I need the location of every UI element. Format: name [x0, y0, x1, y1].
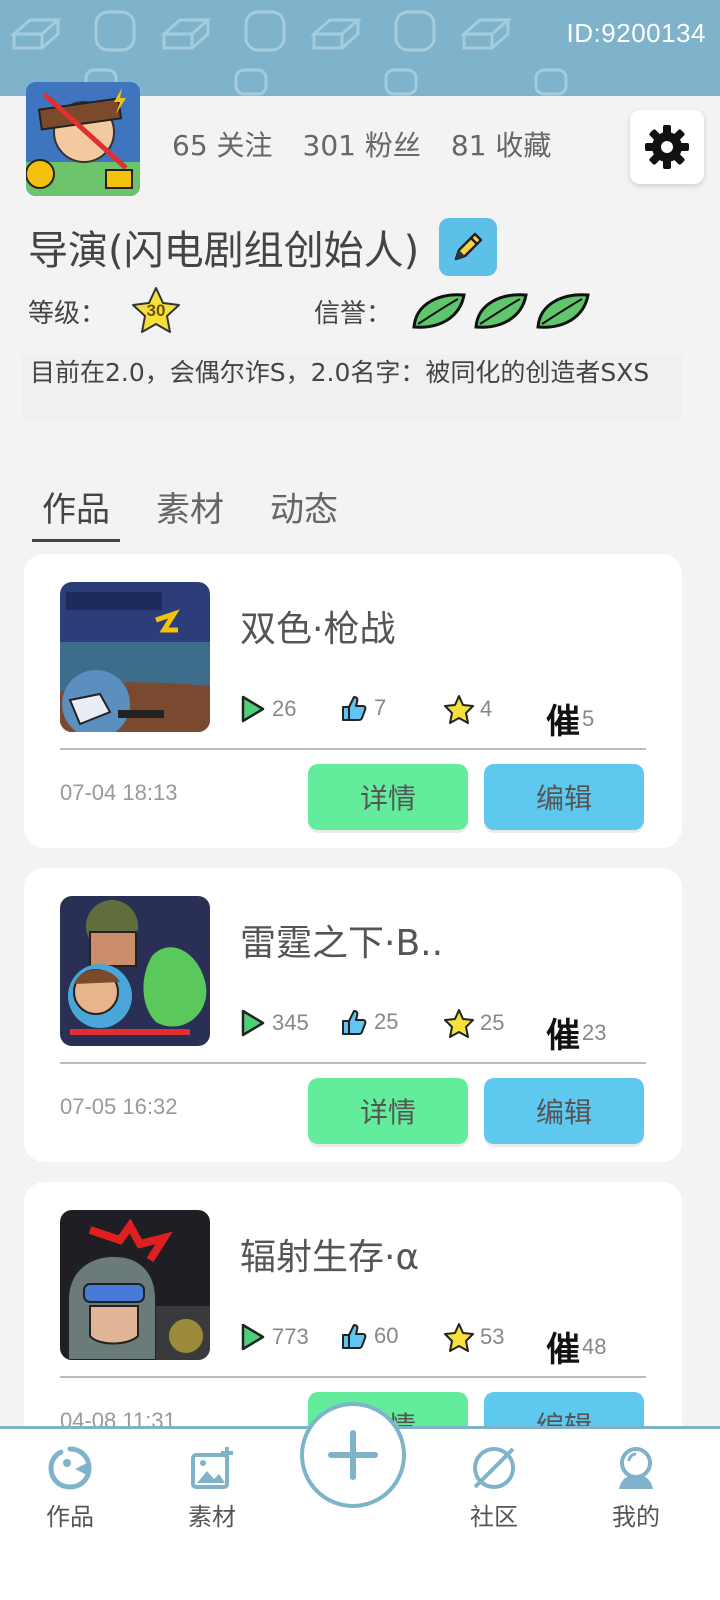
star-count: 25	[444, 1008, 504, 1038]
level-credit-row: 等级： 30 信誉：	[28, 286, 592, 336]
edit-profile-button[interactable]	[439, 218, 498, 276]
work-thumbnail[interactable]	[60, 896, 210, 1046]
play-count: 773	[240, 1322, 309, 1352]
profile-bio: 目前在2.0，会偶尔诈S，2.0名字：被同化的创造者SXS	[22, 354, 682, 420]
urge-count-value: 23	[582, 1019, 607, 1045]
tab-materials[interactable]: 素材	[146, 482, 234, 542]
level-label: 等级：	[28, 298, 107, 329]
following-count[interactable]: 65 关注	[172, 124, 273, 164]
work-title: 双色·枪战	[240, 609, 396, 650]
urge-count: 催 48	[546, 1322, 606, 1371]
image-add-icon	[191, 1447, 233, 1489]
nav-mine-label: 我的	[612, 1503, 660, 1531]
star-count: 4	[444, 694, 492, 724]
leaf-icon	[536, 293, 590, 329]
edit-button[interactable]: 编辑	[484, 1078, 644, 1144]
star-icon	[444, 1323, 474, 1352]
work-thumbnail[interactable]	[60, 582, 210, 732]
create-button[interactable]	[300, 1402, 406, 1508]
thumbs-up-icon	[342, 1324, 367, 1349]
urge-icon: 催	[546, 702, 580, 742]
star-icon	[444, 695, 474, 724]
thumbs-up-icon	[342, 696, 367, 721]
play-count-value: 345	[272, 1010, 309, 1035]
settings-button[interactable]	[630, 110, 704, 184]
work-title: 辐射生存·α	[240, 1237, 420, 1278]
work-card[interactable]: 双色·枪战 26 7 4 催 5 07-04 18:13 详情 编辑	[24, 554, 682, 848]
play-icon	[241, 1009, 265, 1037]
like-count-value: 7	[374, 695, 387, 720]
profile-name: 导演(闪电剧组创始人)	[28, 228, 420, 274]
play-count: 345	[240, 1008, 309, 1038]
urge-count: 催 5	[546, 694, 594, 743]
star-count-value: 53	[480, 1324, 505, 1349]
compass-icon	[473, 1447, 515, 1489]
like-count: 25	[340, 1008, 398, 1036]
profile-tabs: 作品 素材 动态	[32, 482, 374, 542]
star-count-value: 25	[480, 1010, 505, 1035]
urge-count: 催 23	[546, 1008, 606, 1057]
user-id: ID:9200134	[566, 18, 706, 48]
nav-works-label: 作品	[46, 1503, 94, 1531]
urge-count-value: 5	[582, 705, 595, 731]
plus-icon	[328, 1430, 378, 1480]
edit-button[interactable]: 编辑	[484, 764, 644, 830]
like-count: 7	[340, 694, 386, 722]
works-icon	[48, 1446, 92, 1490]
favorites-count[interactable]: 81 收藏	[451, 124, 552, 164]
detail-button[interactable]: 详情	[308, 1078, 468, 1144]
nav-works[interactable]: 作品	[20, 1445, 120, 1532]
play-icon	[241, 695, 265, 723]
star-count: 53	[444, 1322, 504, 1352]
leaf-icon	[412, 293, 466, 329]
play-icon	[241, 1323, 265, 1351]
fans-count[interactable]: 301 粉丝	[303, 124, 421, 164]
credit-label: 信誉：	[314, 298, 393, 329]
card-divider	[60, 1376, 646, 1378]
urge-count-value: 48	[582, 1333, 607, 1359]
work-thumbnail[interactable]	[60, 1210, 210, 1360]
tab-activity[interactable]: 动态	[260, 482, 348, 542]
profile-name-row: 导演(闪电剧组创始人)	[28, 218, 498, 276]
nav-materials[interactable]: 素材	[162, 1445, 262, 1532]
pencil-icon	[454, 232, 483, 261]
nav-community[interactable]: 社区	[444, 1445, 544, 1532]
level-star-icon: 30	[130, 286, 182, 336]
gear-icon	[645, 125, 689, 169]
play-count: 26	[240, 694, 296, 724]
card-divider	[60, 1062, 646, 1064]
profile-stats: 65 关注 301 粉丝 81 收藏	[172, 124, 551, 164]
leaf-icon	[474, 293, 528, 329]
work-date: 07-04 18:13	[60, 780, 178, 805]
like-count: 60	[340, 1322, 398, 1350]
star-count-value: 4	[480, 696, 493, 721]
play-count-value: 26	[272, 696, 297, 721]
urge-icon: 催	[546, 1330, 580, 1370]
nav-mine[interactable]: 我的	[586, 1445, 686, 1532]
nav-materials-label: 素材	[188, 1503, 236, 1531]
credit-leaves	[410, 291, 592, 331]
urge-icon: 催	[546, 1016, 580, 1056]
user-icon	[619, 1447, 653, 1489]
work-title: 雷霆之下·B..	[240, 923, 444, 964]
work-date: 07-05 16:32	[60, 1094, 178, 1119]
avatar[interactable]	[26, 82, 140, 196]
nav-community-label: 社区	[470, 1503, 518, 1531]
detail-button[interactable]: 详情	[308, 764, 468, 830]
card-divider	[60, 748, 646, 750]
play-count-value: 773	[272, 1324, 309, 1349]
tab-works[interactable]: 作品	[32, 482, 120, 542]
level-value: 30	[146, 301, 166, 320]
thumbs-up-icon	[342, 1010, 367, 1035]
like-count-value: 25	[374, 1009, 399, 1034]
star-icon	[444, 1009, 474, 1038]
work-card[interactable]: 雷霆之下·B.. 345 25 25 催 23 07-05 16:32 详情 编…	[24, 868, 682, 1162]
like-count-value: 60	[374, 1323, 399, 1348]
